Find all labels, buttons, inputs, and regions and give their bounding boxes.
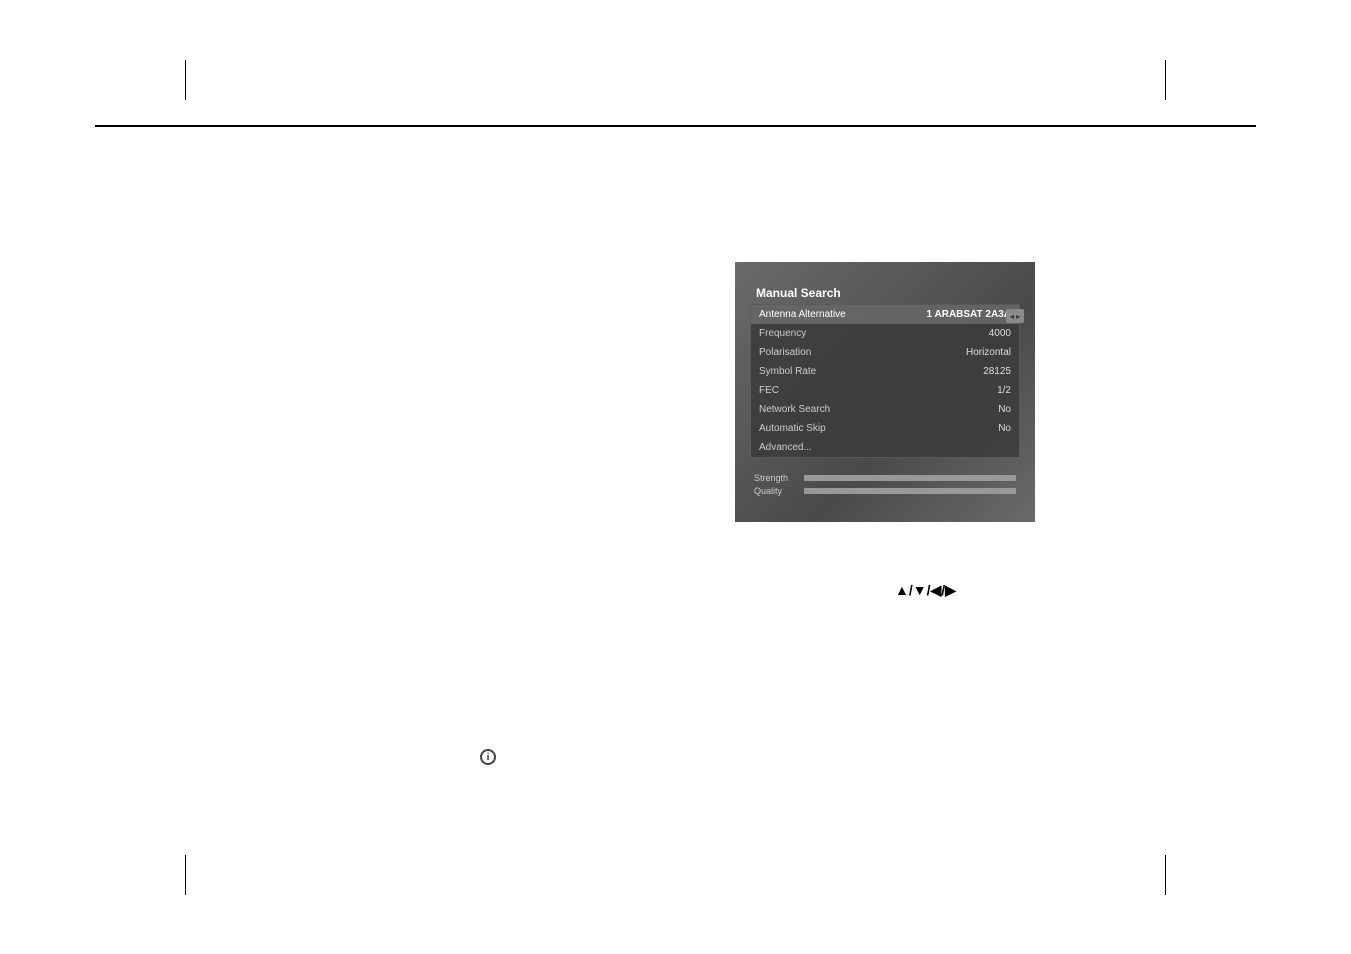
row-value: 4000: [989, 328, 1011, 339]
row-value: Horizontal: [966, 347, 1011, 358]
row-label: FEC: [759, 385, 779, 396]
setting-row: FEC 1/2: [751, 381, 1019, 400]
row-label: Frequency: [759, 328, 806, 339]
setting-row: Antenna Alternative 1 ARABSAT 2A3A: [751, 305, 1019, 324]
signal-label: Quality: [754, 486, 796, 496]
signal-bar: [804, 475, 1016, 481]
row-value: No: [998, 423, 1011, 434]
setting-row: Symbol Rate 28125: [751, 362, 1019, 381]
row-value: 1/2: [997, 385, 1011, 396]
setting-row: Advanced...: [751, 438, 1019, 457]
signal-bar: [804, 488, 1016, 494]
screenshot-title: Manual Search: [750, 282, 1020, 304]
setting-row: Frequency 4000: [751, 324, 1019, 343]
horizontal-rule: [95, 125, 1256, 127]
left-right-arrow-icon: ◂ ▸: [1006, 309, 1024, 323]
signal-section: Strength Quality: [750, 473, 1020, 496]
info-icon: i: [480, 749, 498, 767]
signal-strength-row: Strength: [754, 473, 1016, 483]
row-label: Automatic Skip: [759, 423, 826, 434]
row-value: 1 ARABSAT 2A3A: [927, 309, 1011, 320]
row-label: Polarisation: [759, 347, 811, 358]
settings-panel: Antenna Alternative 1 ARABSAT 2A3A Frequ…: [750, 304, 1020, 458]
setting-row: Network Search No: [751, 400, 1019, 419]
signal-quality-row: Quality: [754, 486, 1016, 496]
row-label: Symbol Rate: [759, 366, 816, 377]
row-label: Network Search: [759, 404, 830, 415]
signal-label: Strength: [754, 473, 796, 483]
nav-arrows-icon: ▲/▼/◀/▶: [895, 582, 956, 599]
row-value: No: [998, 404, 1011, 415]
row-value: 28125: [983, 366, 1011, 377]
row-label: Antenna Alternative: [759, 309, 846, 320]
manual-search-screenshot: Manual Search Antenna Alternative 1 ARAB…: [735, 262, 1035, 522]
setting-row: Automatic Skip No: [751, 419, 1019, 438]
setting-row: Polarisation Horizontal: [751, 343, 1019, 362]
row-label: Advanced...: [759, 442, 812, 453]
